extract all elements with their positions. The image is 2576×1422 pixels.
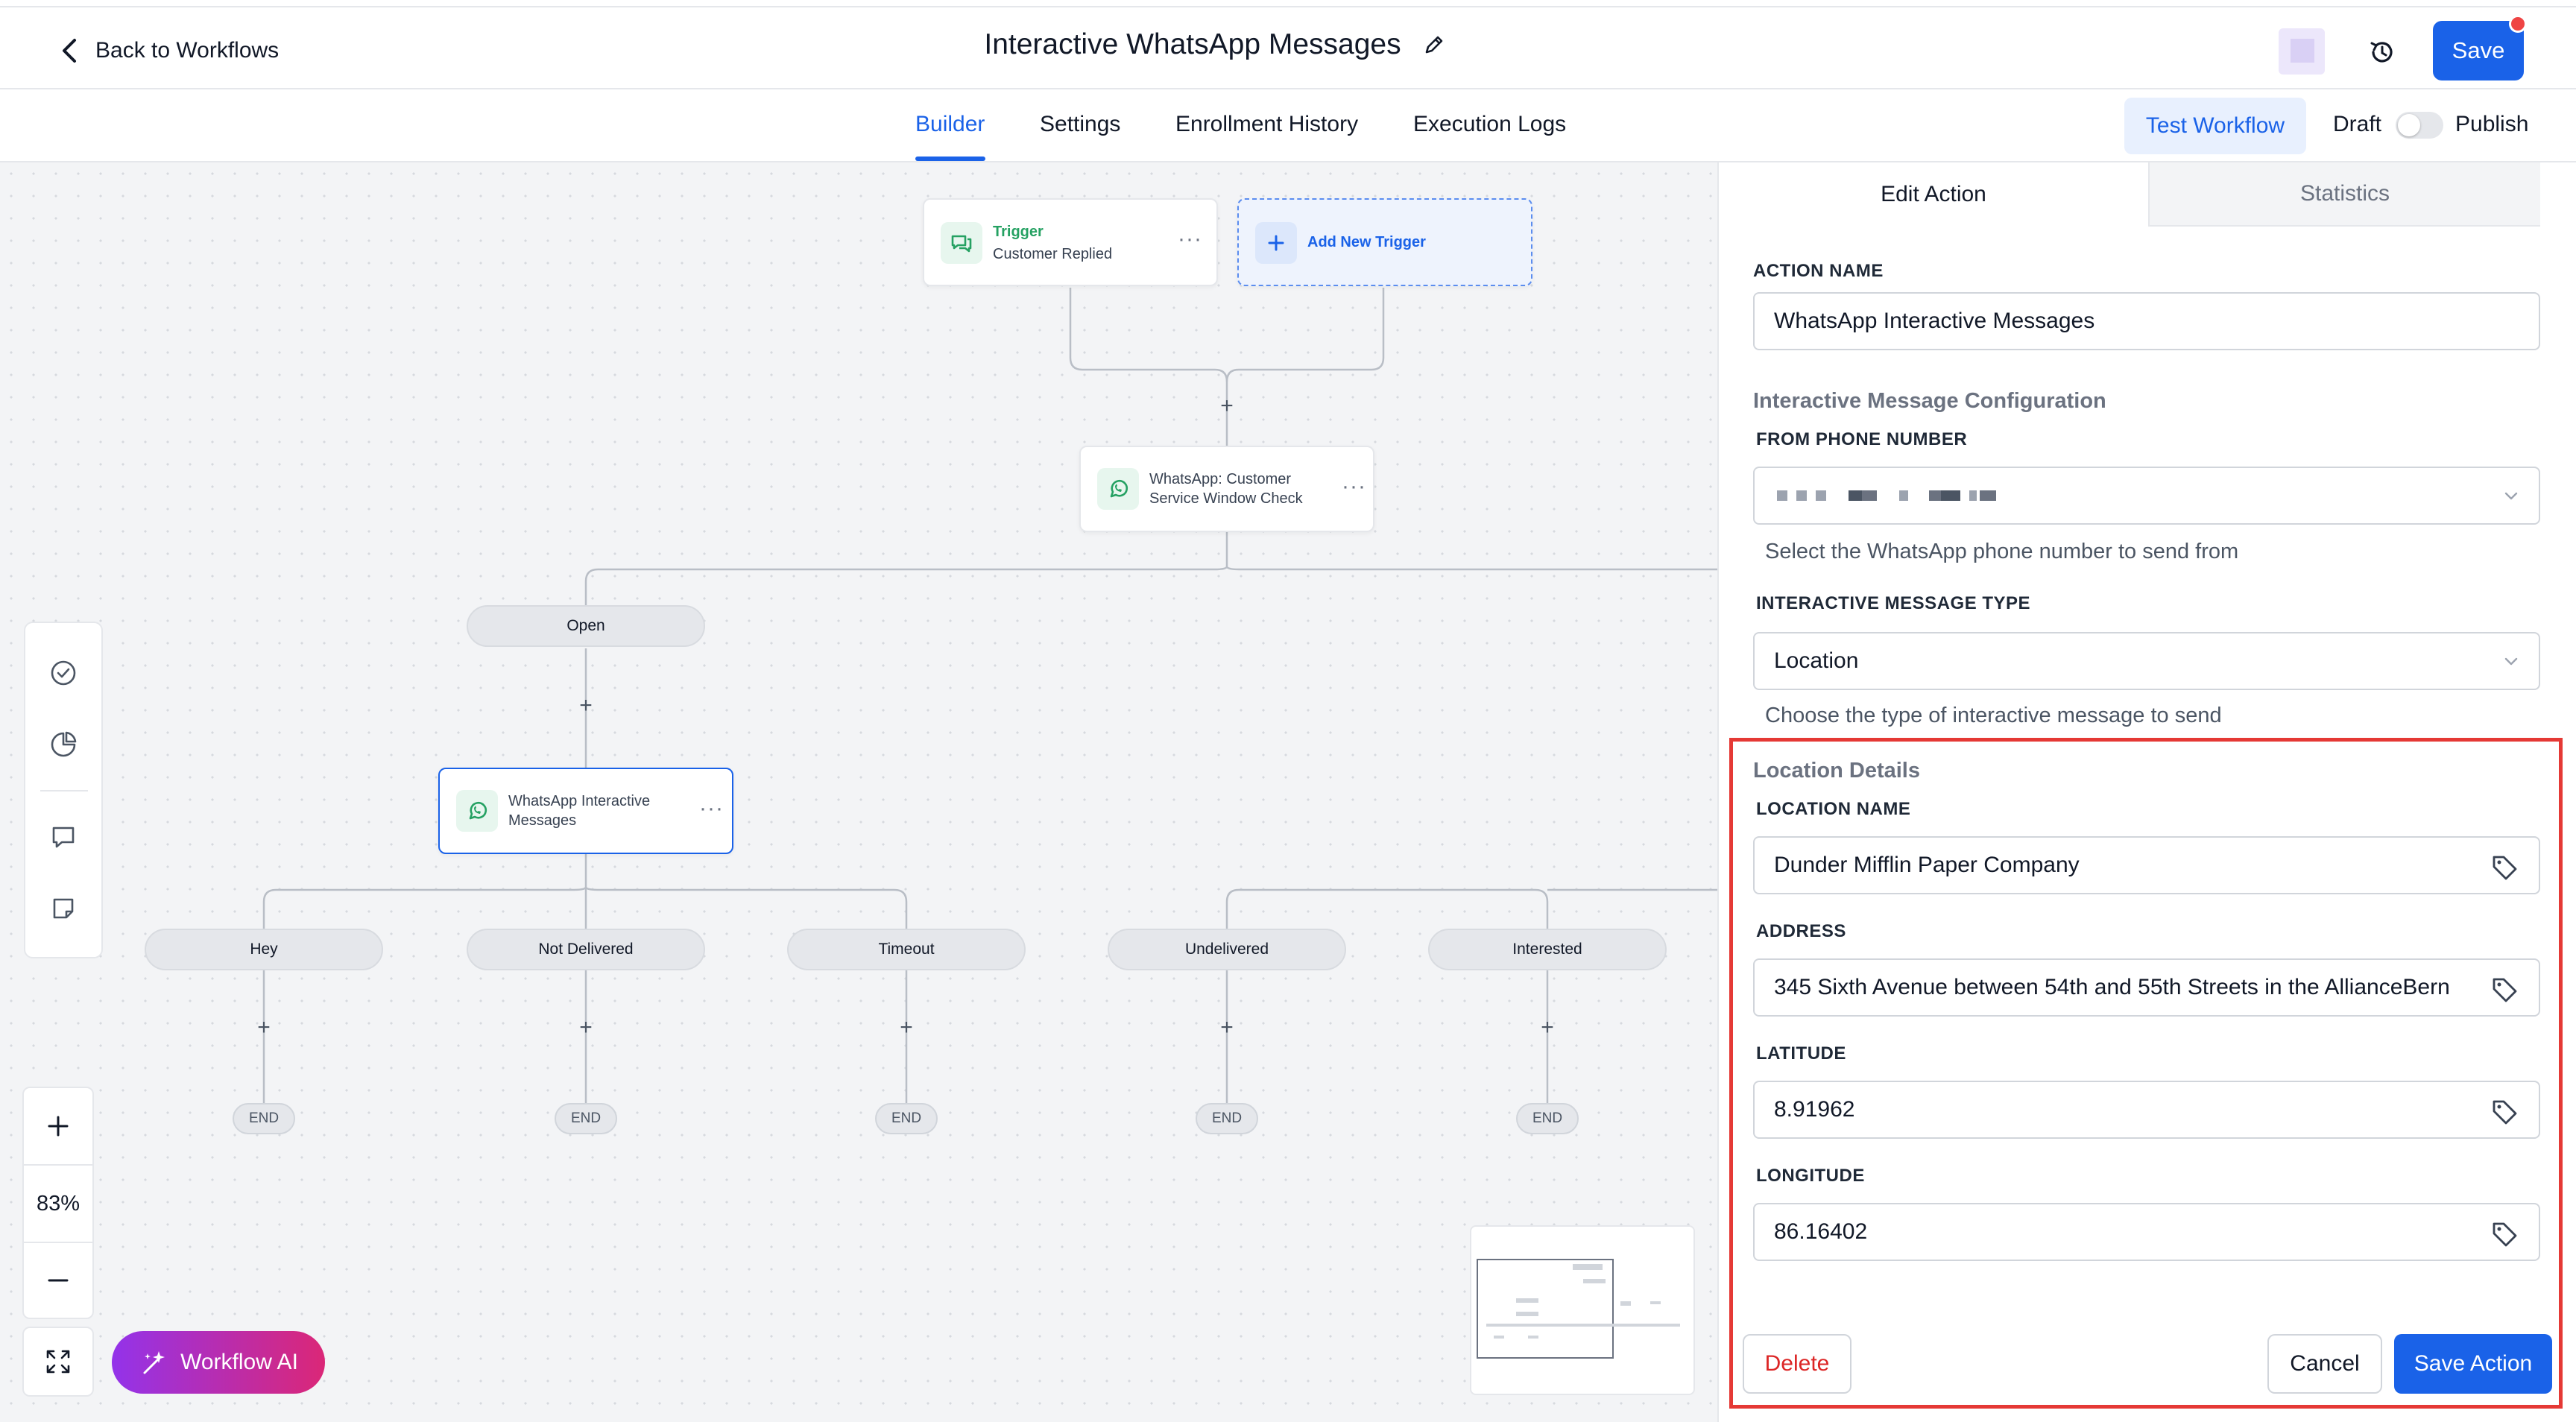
- add-step-plus-icon[interactable]: +: [1536, 1017, 1559, 1039]
- avatar[interactable]: [2279, 28, 2325, 75]
- end-node: END: [1196, 1103, 1258, 1134]
- back-to-workflows-link[interactable]: Back to Workflows: [58, 33, 279, 69]
- add-step-plus-icon[interactable]: +: [895, 1017, 918, 1039]
- minimap-preview: [1477, 1259, 1680, 1359]
- end-node: END: [1516, 1103, 1579, 1134]
- canvas-tools-panel: [24, 622, 103, 958]
- end-node: END: [233, 1103, 295, 1134]
- whatsapp-icon: [456, 790, 498, 832]
- zoom-level: 83%: [36, 1191, 80, 1216]
- sticky-note-icon[interactable]: [25, 875, 101, 942]
- workflow-canvas[interactable]: Trigger Customer Replied ··· Add New Tri…: [0, 162, 1717, 1422]
- add-step-plus-icon[interactable]: +: [1216, 395, 1238, 417]
- zoom-in-icon[interactable]: [24, 1088, 92, 1164]
- from-phone-help: Select the WhatsApp phone number to send…: [1765, 540, 2239, 563]
- branch-timeout[interactable]: Timeout: [787, 929, 1026, 970]
- more-options-icon[interactable]: ···: [1178, 227, 1202, 252]
- tab-edit-action[interactable]: Edit Action: [1719, 162, 2148, 227]
- action-name-input[interactable]: WhatsApp Interactive Messages: [1753, 292, 2540, 350]
- end-node: END: [555, 1103, 617, 1134]
- zoom-controls: 83%: [22, 1087, 94, 1319]
- branch-undelivered[interactable]: Undelivered: [1108, 929, 1346, 970]
- branch-hey[interactable]: Hey: [145, 929, 383, 970]
- window-check-title-line2: Service Window Check: [1149, 490, 1303, 507]
- window-check-title-line1: WhatsApp: Customer: [1149, 471, 1292, 487]
- workflow-ai-button[interactable]: Workflow AI: [112, 1331, 325, 1394]
- interactive-node-title-line1: WhatsApp Interactive: [508, 793, 651, 809]
- tab-builder[interactable]: Builder: [915, 112, 985, 137]
- comment-icon[interactable]: [25, 803, 101, 870]
- branch-open[interactable]: Open: [467, 605, 705, 647]
- highlight-box: [1729, 738, 2563, 1409]
- history-icon[interactable]: [2361, 31, 2403, 73]
- add-step-plus-icon[interactable]: +: [1216, 1017, 1238, 1039]
- message-type-help: Choose the type of interactive message t…: [1765, 704, 2222, 727]
- workflow-title-group: Interactive WhatsApp Messages: [894, 28, 1535, 61]
- check-circle-icon[interactable]: [25, 639, 101, 707]
- message-type-label: INTERACTIVE MESSAGE TYPE: [1756, 593, 2031, 613]
- draft-label: Draft: [2333, 112, 2382, 136]
- back-label: Back to Workflows: [95, 38, 280, 63]
- sparkles-icon: [143, 1351, 165, 1374]
- top-border: [0, 0, 2576, 7]
- chevron-left-icon: [63, 39, 76, 63]
- plus-icon: [1255, 222, 1297, 264]
- tab-execution-logs[interactable]: Execution Logs: [1413, 112, 1566, 137]
- workflow-title: Interactive WhatsApp Messages: [984, 28, 1401, 60]
- trigger-kicker: Trigger: [993, 224, 1044, 240]
- connector-lines: [262, 288, 1717, 1103]
- save-button[interactable]: Save: [2433, 21, 2524, 80]
- active-tab-underline: [915, 157, 985, 161]
- add-step-plus-icon[interactable]: +: [575, 1017, 597, 1039]
- add-trigger-label: Add New Trigger: [1307, 234, 1426, 250]
- test-workflow-button[interactable]: Test Workflow: [2124, 98, 2306, 154]
- branch-not-delivered[interactable]: Not Delivered: [467, 929, 705, 970]
- pencil-icon[interactable]: [1422, 33, 1446, 57]
- branch-interested[interactable]: Interested: [1428, 929, 1667, 970]
- publish-label: Publish: [2455, 112, 2529, 136]
- chevron-down-icon: [2504, 657, 2518, 666]
- unsaved-indicator-dot: [2509, 15, 2527, 33]
- whatsapp-interactive-node[interactable]: WhatsApp Interactive Messages ···: [438, 768, 733, 854]
- redacted-phone-number: [1777, 490, 1996, 501]
- fit-view-icon[interactable]: [22, 1327, 94, 1397]
- message-type-value: Location: [1774, 648, 1859, 673]
- interactive-node-title-line2: Messages: [508, 812, 577, 829]
- publish-toggle[interactable]: [2396, 112, 2443, 139]
- add-step-plus-icon[interactable]: +: [253, 1017, 275, 1039]
- pie-chart-icon[interactable]: [25, 711, 101, 778]
- chevron-down-icon: [2504, 492, 2518, 500]
- add-step-plus-icon[interactable]: +: [575, 695, 597, 717]
- from-phone-select[interactable]: [1753, 467, 2540, 525]
- tab-settings[interactable]: Settings: [1040, 112, 1120, 137]
- tab-statistics[interactable]: Statistics: [2148, 162, 2540, 227]
- action-name-label: ACTION NAME: [1753, 261, 1884, 281]
- from-phone-label: FROM PHONE NUMBER: [1756, 429, 1968, 449]
- end-node: END: [875, 1103, 938, 1134]
- workflow-ai-label: Workflow AI: [180, 1350, 298, 1374]
- more-options-icon[interactable]: ···: [699, 796, 724, 821]
- more-options-icon[interactable]: ···: [1342, 474, 1366, 499]
- minimap[interactable]: [1470, 1225, 1695, 1395]
- tab-enrollment-history[interactable]: Enrollment History: [1175, 112, 1358, 137]
- zoom-out-icon[interactable]: [24, 1243, 92, 1318]
- trigger-name: Customer Replied: [993, 246, 1113, 262]
- trigger-node[interactable]: Trigger Customer Replied ···: [923, 198, 1218, 286]
- whatsapp-icon: [1097, 468, 1139, 510]
- divider: [40, 790, 88, 791]
- add-new-trigger-button[interactable]: Add New Trigger: [1237, 198, 1532, 286]
- window-check-node[interactable]: WhatsApp: Customer Service Window Check …: [1079, 446, 1374, 532]
- message-type-select[interactable]: Location: [1753, 632, 2540, 690]
- config-section-title: Interactive Message Configuration: [1753, 389, 2106, 413]
- chat-bubble-icon: [941, 222, 982, 264]
